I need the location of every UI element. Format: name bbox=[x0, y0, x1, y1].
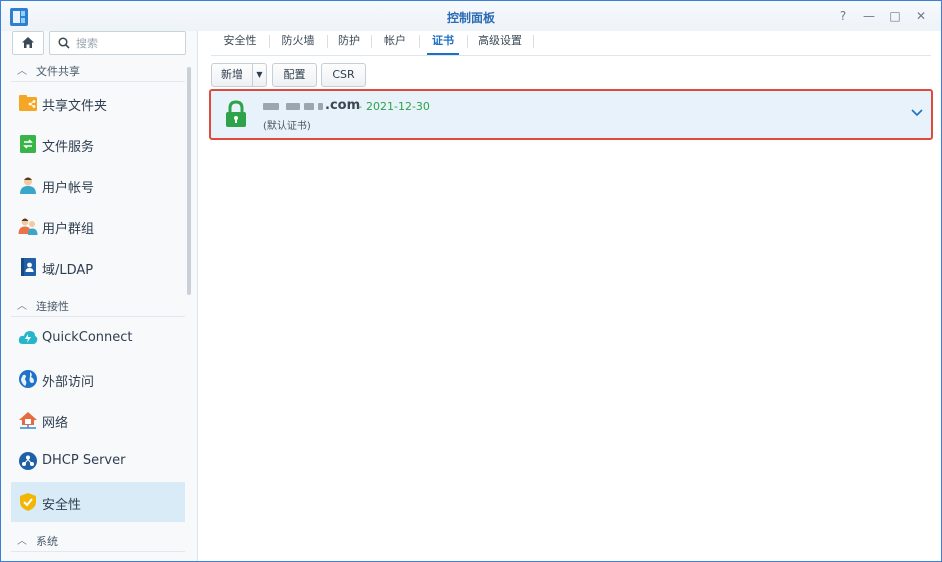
sidebar-item-user-account[interactable]: 用户帐号 bbox=[11, 165, 185, 205]
close-icon[interactable]: ✕ bbox=[913, 8, 929, 24]
sidebar-item-quickconnect[interactable]: QuickConnect bbox=[11, 318, 185, 358]
tab-bar: 安全性 防火墙 防护 帐户 证书 高级设置 bbox=[211, 29, 931, 56]
csr-button[interactable]: CSR bbox=[321, 63, 366, 87]
tab-certificate[interactable]: 证书 bbox=[427, 29, 459, 55]
sidebar-item-label: 安全性 bbox=[42, 498, 82, 513]
file-services-icon bbox=[20, 135, 36, 153]
search-icon bbox=[58, 37, 70, 49]
shared-folder-icon bbox=[19, 95, 37, 111]
chevron-down-icon[interactable] bbox=[911, 107, 923, 117]
home-button[interactable] bbox=[12, 31, 44, 55]
group-icon bbox=[18, 218, 38, 235]
tab-divider bbox=[533, 35, 534, 48]
sidebar-item-label: 共享文件夹 bbox=[42, 99, 108, 114]
tab-account[interactable]: 帐户 bbox=[377, 29, 413, 53]
certificate-row[interactable]: .com - 2021-12-30 (默认证书) bbox=[209, 89, 933, 140]
security-shield-icon bbox=[20, 493, 36, 511]
certificate-default-label: (默认证书) bbox=[263, 121, 311, 132]
certificate-expiry: 2021-12-30 bbox=[366, 100, 430, 113]
window-title: 控制面板 bbox=[446, 11, 495, 25]
chevron-up-icon: ︿ bbox=[17, 301, 27, 312]
add-split-button: 新增 ▼ bbox=[211, 63, 267, 87]
globe-icon bbox=[19, 370, 37, 388]
divider bbox=[11, 551, 185, 552]
sidebar-item-label: 外部访问 bbox=[42, 375, 95, 390]
add-button[interactable]: 新增 bbox=[212, 64, 252, 86]
sidebar-item-label: QuickConnect bbox=[42, 330, 133, 345]
sidebar-item-shared-folder[interactable]: 共享文件夹 bbox=[11, 83, 185, 123]
certificate-separator: - bbox=[358, 100, 362, 113]
sidebar-item-domain-ldap[interactable]: 域/LDAP bbox=[11, 247, 185, 287]
dropdown-caret-icon[interactable]: ▼ bbox=[253, 64, 266, 86]
sidebar-item-network[interactable]: 网络 bbox=[11, 400, 185, 440]
divider bbox=[11, 316, 185, 317]
sidebar: ︿ 文件共享 共享文件夹 文件服务 bbox=[1, 31, 198, 561]
chevron-up-icon: ︿ bbox=[17, 66, 27, 77]
title-bar[interactable]: 控制面板 ? — □ ✕ bbox=[1, 1, 941, 31]
tab-divider bbox=[269, 35, 270, 48]
sidebar-item-file-services[interactable]: 文件服务 bbox=[11, 124, 185, 164]
dhcp-icon bbox=[19, 452, 37, 470]
user-icon bbox=[20, 177, 36, 194]
lock-icon bbox=[226, 100, 246, 127]
sidebar-item-label: DHCP Server bbox=[42, 453, 126, 468]
home-icon bbox=[22, 37, 34, 48]
sidebar-item-dhcp-server[interactable]: DHCP Server bbox=[11, 441, 185, 481]
config-button[interactable]: 配置 bbox=[272, 63, 317, 87]
tab-firewall[interactable]: 防火墙 bbox=[275, 29, 321, 53]
tab-protection[interactable]: 防护 bbox=[333, 29, 365, 53]
tab-divider bbox=[371, 35, 372, 48]
tab-advanced[interactable]: 高级设置 bbox=[473, 29, 527, 53]
tab-divider bbox=[327, 35, 328, 48]
tab-security[interactable]: 安全性 bbox=[217, 29, 263, 53]
sidebar-item-security[interactable]: 安全性 bbox=[11, 482, 185, 522]
control-panel-window: 控制面板 ? — □ ✕ ︿ 文件共享 bbox=[0, 0, 942, 562]
domain-ldap-icon bbox=[21, 258, 36, 276]
divider bbox=[11, 81, 185, 82]
tab-divider bbox=[467, 35, 468, 48]
sidebar-item-external-access[interactable]: 外部访问 bbox=[11, 359, 185, 399]
minimize-icon[interactable]: — bbox=[861, 8, 877, 24]
section-file-sharing[interactable]: ︿ 文件共享 bbox=[14, 61, 184, 79]
search-input[interactable] bbox=[74, 34, 178, 52]
certificate-domain: .com bbox=[325, 98, 361, 113]
search-box[interactable] bbox=[49, 31, 186, 55]
section-connectivity[interactable]: ︿ 连接性 bbox=[14, 296, 184, 314]
sidebar-item-user-group[interactable]: 用户群组 bbox=[11, 206, 185, 246]
sidebar-item-label: 用户帐号 bbox=[42, 181, 95, 196]
quickconnect-icon bbox=[18, 331, 38, 344]
sidebar-item-label: 文件服务 bbox=[42, 140, 95, 155]
sidebar-item-label: 用户群组 bbox=[42, 222, 95, 237]
sidebar-item-label: 网络 bbox=[42, 416, 69, 431]
chevron-up-icon: ︿ bbox=[17, 536, 27, 547]
maximize-icon[interactable]: □ bbox=[887, 8, 903, 24]
tab-divider bbox=[419, 35, 420, 48]
sidebar-scrollbar[interactable] bbox=[187, 67, 191, 295]
section-system[interactable]: ︿ 系统 bbox=[14, 531, 184, 549]
help-icon[interactable]: ? bbox=[835, 8, 851, 24]
sidebar-item-label: 域/LDAP bbox=[42, 263, 94, 278]
network-icon bbox=[19, 412, 37, 429]
